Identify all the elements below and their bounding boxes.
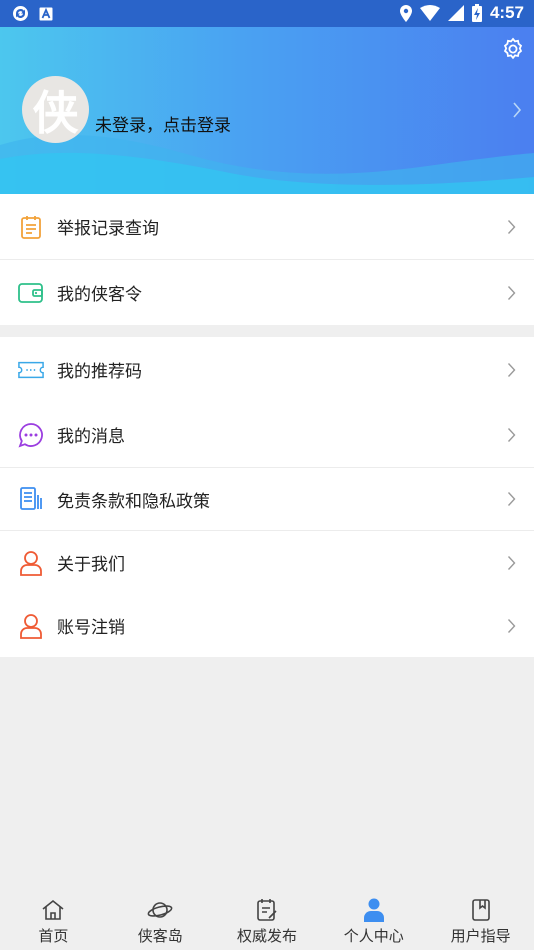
location-icon: [399, 4, 412, 22]
wallet-icon: [18, 280, 44, 306]
status-clock: 4:57: [489, 3, 524, 22]
menu-item-report-records[interactable]: 举报记录查询: [0, 194, 534, 259]
login-link[interactable]: 未登录，点击登录: [95, 111, 231, 136]
nav-personal-center[interactable]: 个人中心: [320, 894, 427, 950]
chevron-right-icon: [507, 427, 516, 442]
wifi-icon: [419, 5, 440, 21]
menu-item-label: 免责条款和隐私政策: [57, 491, 210, 512]
avatar[interactable]: 侠: [22, 76, 89, 143]
nav-xiake-island[interactable]: 侠客岛: [107, 894, 214, 950]
clipboard-icon: [18, 214, 44, 240]
document-icon: [18, 486, 44, 512]
edit-doc-icon: [254, 897, 280, 923]
person-icon: [18, 613, 44, 639]
battery-icon: [471, 4, 482, 22]
menu-item-messages[interactable]: 我的消息: [0, 402, 534, 467]
nav-user-guide[interactable]: 用户指导: [427, 894, 534, 950]
chevron-right-icon[interactable]: [512, 101, 522, 119]
book-icon: [468, 897, 494, 923]
a-notification-icon: [39, 7, 53, 20]
menu-group-1: 举报记录查询 我的侠客令: [0, 194, 534, 325]
person-icon: [18, 550, 44, 576]
menu-item-delete-account[interactable]: 账号注销: [0, 594, 534, 657]
nav-home[interactable]: 首页: [0, 894, 107, 950]
chevron-right-icon: [507, 618, 516, 633]
chevron-right-icon: [507, 285, 516, 300]
avatar-logo: 侠: [32, 85, 79, 140]
nav-label: 首页: [38, 927, 69, 945]
menu-item-label: 账号注销: [57, 618, 125, 638]
nav-label: 个人中心: [343, 927, 404, 945]
status-bar: 4:57: [0, 0, 534, 27]
menu-item-label: 关于我们: [57, 555, 125, 575]
sync-notification-icon: [13, 6, 28, 21]
message-icon: [18, 422, 44, 448]
nav-label: 侠客岛: [137, 927, 183, 945]
nav-official-release[interactable]: 权威发布: [214, 894, 321, 950]
chevron-right-icon: [507, 219, 516, 234]
signal-icon: [447, 5, 464, 21]
menu-item-terms-privacy[interactable]: 免责条款和隐私政策: [0, 468, 534, 530]
user-icon: [361, 897, 387, 923]
menu-item-referral-code[interactable]: 我的推荐码: [0, 337, 534, 402]
planet-icon: [147, 897, 173, 923]
menu-group-2: 我的推荐码 我的消息 免责条款和隐私政策 关于我们 账号注销: [0, 337, 534, 657]
bottom-navigation: 首页 侠客岛 权威发布 个人中心 用户指导: [0, 894, 534, 950]
menu-item-label: 我的推荐码: [57, 362, 142, 382]
gear-icon: [503, 37, 523, 60]
chevron-right-icon: [507, 555, 516, 570]
profile-header: 侠 未登录，点击登录: [0, 27, 534, 194]
chevron-right-icon: [507, 492, 516, 506]
menu-item-label: 我的消息: [57, 427, 125, 447]
home-icon: [40, 897, 66, 923]
menu-item-label: 我的侠客令: [57, 285, 142, 305]
settings-button[interactable]: [500, 36, 526, 62]
menu-item-about-us[interactable]: 关于我们: [0, 531, 534, 594]
menu-item-my-token[interactable]: 我的侠客令: [0, 260, 534, 325]
chevron-right-icon: [507, 362, 516, 377]
nav-label: 权威发布: [236, 927, 297, 945]
ticket-icon: [18, 357, 44, 383]
menu-item-label: 举报记录查询: [57, 219, 159, 239]
nav-label: 用户指导: [450, 927, 511, 945]
